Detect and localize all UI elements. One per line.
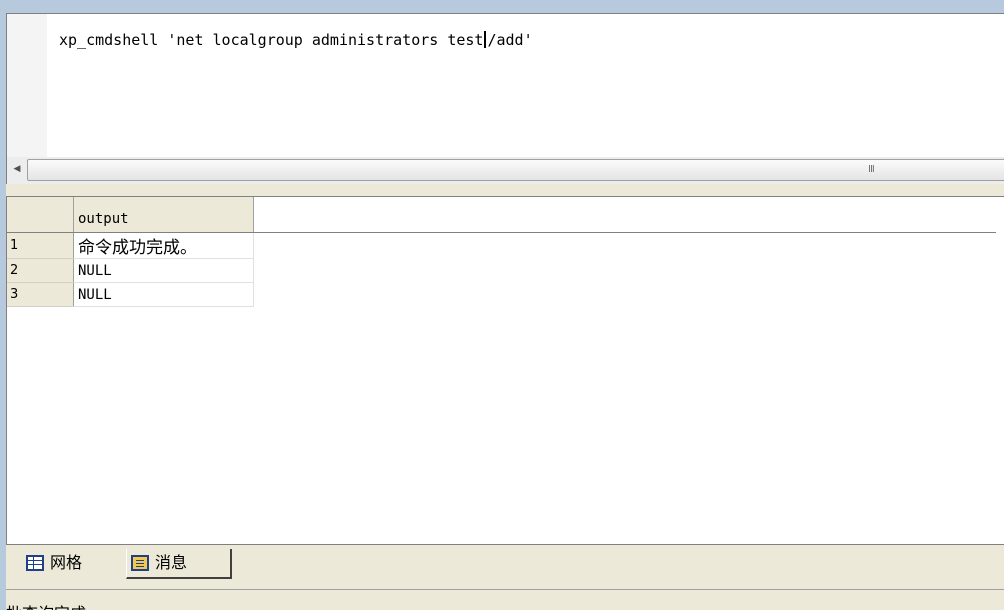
results-table: output 1 命令成功完成。 2 NULL 3 NULL — [7, 197, 996, 307]
row-number[interactable]: 1 — [7, 232, 74, 259]
query-editor[interactable]: xp_cmdshell 'net localgroup administrato… — [6, 13, 1004, 157]
column-header-output[interactable]: output — [73, 197, 254, 233]
output-cell[interactable]: NULL — [73, 282, 254, 307]
query-text-after-cursor: /add' — [487, 31, 533, 49]
window-frame-top — [0, 0, 1004, 13]
results-tab-bar: 网格 消息 — [6, 544, 1004, 589]
tab-messages-label: 消息 — [155, 553, 188, 572]
table-row[interactable]: 2 NULL — [7, 258, 997, 283]
query-text-before-cursor: xp_cmdshell 'net localgroup administrato… — [59, 31, 484, 49]
row-number[interactable]: 2 — [7, 258, 74, 283]
scrollbar-grip: III — [868, 164, 875, 175]
table-row[interactable]: 3 NULL — [7, 282, 997, 307]
tab-messages[interactable]: 消息 — [126, 549, 232, 579]
query-text[interactable]: xp_cmdshell 'net localgroup administrato… — [59, 30, 533, 50]
status-text: 批查询完成 — [6, 600, 86, 610]
grid-icon — [26, 555, 44, 571]
header-row: output — [7, 197, 996, 233]
scrollbar-thumb[interactable]: III — [27, 159, 1004, 181]
output-cell[interactable]: NULL — [73, 258, 254, 283]
row-filler — [254, 233, 997, 259]
row-filler — [254, 259, 997, 283]
tab-grid[interactable]: 网格 — [26, 549, 132, 579]
pane-splitter[interactable] — [6, 184, 1004, 197]
status-bar: 批查询完成 — [6, 589, 1004, 610]
row-number[interactable]: 3 — [7, 282, 74, 307]
output-cell[interactable]: 命令成功完成。 — [73, 232, 254, 259]
tab-grid-label: 网格 — [50, 553, 83, 572]
results-grid[interactable]: output 1 命令成功完成。 2 NULL 3 NULL — [6, 197, 1004, 544]
scroll-left-arrow-icon[interactable]: ◀ — [9, 160, 25, 179]
table-row[interactable]: 1 命令成功完成。 — [7, 232, 997, 259]
horizontal-scrollbar[interactable]: ◀ III — [6, 157, 1004, 184]
header-filler — [253, 197, 996, 233]
editor-gutter — [7, 14, 47, 157]
messages-icon — [131, 555, 149, 571]
row-filler — [254, 283, 997, 307]
corner-cell[interactable] — [7, 197, 74, 233]
